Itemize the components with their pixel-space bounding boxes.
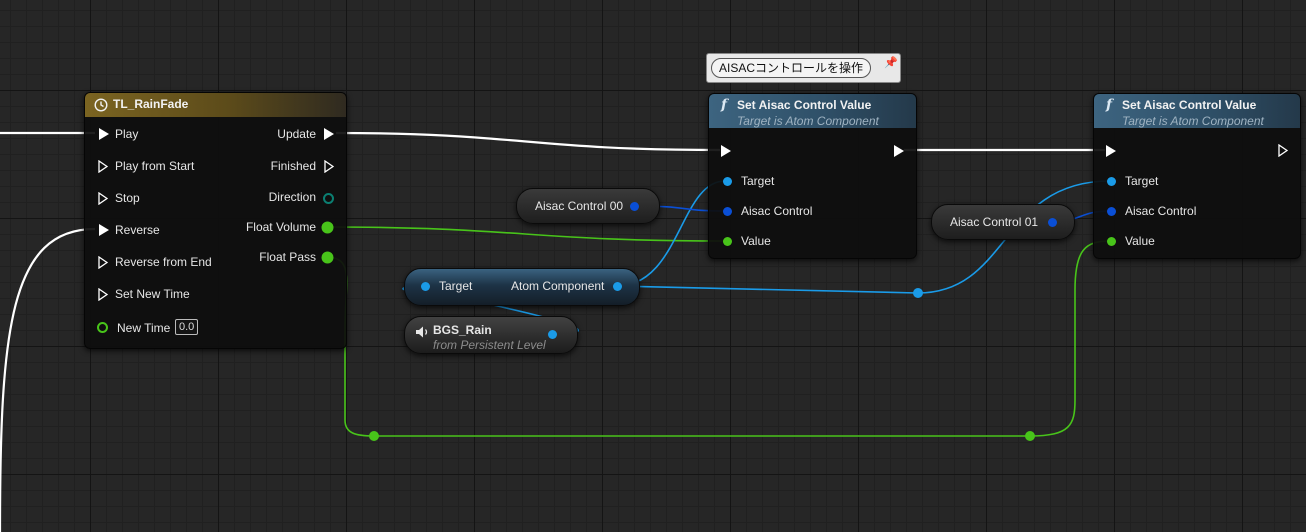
set-aisac-2-subtitle: Target is Atom Component — [1122, 114, 1264, 128]
play-label: Play — [115, 127, 139, 141]
atom-component-node[interactable]: Target Atom Component — [404, 268, 640, 306]
set-aisac-2-target-label: Target — [1125, 174, 1159, 188]
set-aisac-1-value-label: Value — [741, 234, 771, 248]
set-aisac-1-exec-out-pin[interactable] — [894, 145, 904, 157]
stop-exec-pin[interactable] — [98, 192, 109, 205]
new-time-value-box[interactable]: 0.0 — [175, 319, 199, 335]
timeline-node[interactable]: TL_RainFade Play Play from Start Stop Re… — [84, 92, 347, 349]
update-exec-pin[interactable] — [324, 128, 334, 140]
set-aisac-1-aisac-control-pin[interactable] — [723, 207, 732, 216]
new-time-float-pin[interactable] — [97, 322, 108, 333]
play-from-start-label: Play from Start — [115, 159, 195, 173]
speaker-icon — [416, 326, 428, 338]
set-aisac-1-target-label: Target — [741, 174, 775, 188]
set-aisac-2-exec-out-pin[interactable] — [1278, 144, 1289, 157]
float-volume-pin[interactable] — [323, 223, 332, 232]
aisac-control-01-node[interactable]: Aisac Control 01 — [931, 204, 1075, 240]
aisac-control-01-out-pin[interactable] — [1048, 218, 1057, 227]
timeline-node-header[interactable]: TL_RainFade — [85, 93, 346, 117]
pushpin-icon[interactable]: 📌 — [884, 56, 898, 69]
set-aisac-1-exec-in-pin[interactable] — [721, 145, 731, 157]
aisac-control-00-out-pin[interactable] — [630, 202, 639, 211]
set-aisac-2-value-pin[interactable] — [1107, 237, 1116, 246]
reverse-from-end-label: Reverse from End — [115, 255, 212, 269]
set-aisac-2-target-pin[interactable] — [1107, 177, 1116, 186]
timeline-title: TL_RainFade — [113, 97, 189, 111]
exec-wire-reverse — [0, 227, 96, 532]
reroute-knot-object — [913, 288, 923, 298]
reverse-from-end-exec-pin[interactable] — [98, 256, 109, 269]
new-time-label: New Time — [117, 321, 171, 335]
aisac-control-01-label: Aisac Control 01 — [950, 215, 1039, 229]
atom-component-target-pin[interactable] — [421, 282, 430, 291]
exec-wire-update — [335, 131, 721, 152]
comment-bubble[interactable]: AISACコントロールを操作 📌 — [706, 53, 901, 83]
finished-exec-pin[interactable] — [324, 160, 335, 173]
set-aisac-2-aisac-control-label: Aisac Control — [1125, 204, 1197, 218]
atom-component-target-label: Target — [439, 279, 473, 293]
float-pass-label: Float Pass — [259, 250, 316, 264]
bgs-rain-title: BGS_Rain — [433, 323, 492, 337]
float-volume-label: Float Volume — [245, 220, 316, 234]
function-icon: f — [1106, 97, 1113, 113]
atom-component-out-pin[interactable] — [613, 282, 622, 291]
set-aisac-1-subtitle: Target is Atom Component — [737, 114, 879, 128]
update-label: Update — [277, 127, 316, 141]
reverse-exec-pin[interactable] — [99, 224, 109, 236]
aisac-control-00-node[interactable]: Aisac Control 00 — [516, 188, 660, 224]
set-aisac-2-header[interactable]: f Set Aisac Control Value Target is Atom… — [1094, 94, 1300, 128]
set-aisac-2-value-label: Value — [1125, 234, 1155, 248]
set-aisac-1-title: Set Aisac Control Value — [737, 98, 872, 112]
set-aisac-control-value-node-1[interactable]: f Set Aisac Control Value Target is Atom… — [708, 93, 917, 259]
reverse-label: Reverse — [115, 223, 160, 237]
float-pass-pin[interactable] — [323, 253, 332, 262]
bgs-rain-out-pin[interactable] — [548, 330, 557, 339]
play-exec-pin[interactable] — [99, 128, 109, 140]
bgs-rain-node[interactable]: BGS_Rain from Persistent Level — [404, 316, 578, 354]
direction-label: Direction — [268, 190, 316, 204]
function-icon: f — [721, 97, 728, 113]
reroute-knot-float-left — [369, 431, 379, 441]
float-wire-volume — [324, 226, 726, 242]
set-aisac-control-value-node-2[interactable]: f Set Aisac Control Value Target is Atom… — [1093, 93, 1301, 259]
reroute-knot-float-right — [1025, 431, 1035, 441]
set-aisac-2-title: Set Aisac Control Value — [1122, 98, 1257, 112]
set-aisac-1-aisac-control-label: Aisac Control — [741, 204, 813, 218]
set-aisac-1-target-pin[interactable] — [723, 177, 732, 186]
finished-label: Finished — [270, 159, 316, 173]
set-new-time-label: Set New Time — [115, 287, 190, 301]
set-aisac-1-value-pin[interactable] — [723, 237, 732, 246]
aisac-control-00-label: Aisac Control 00 — [535, 199, 624, 213]
set-aisac-1-header[interactable]: f Set Aisac Control Value Target is Atom… — [709, 94, 916, 128]
atom-component-output-label: Atom Component — [511, 279, 605, 293]
set-aisac-2-exec-in-pin[interactable] — [1106, 145, 1116, 157]
clock-icon — [94, 98, 108, 112]
set-aisac-2-aisac-control-pin[interactable] — [1107, 207, 1116, 216]
stop-label: Stop — [115, 191, 140, 205]
comment-bubble-text: AISACコントロールを操作 — [711, 58, 872, 78]
direction-enum-pin[interactable] — [323, 193, 334, 204]
play-from-start-exec-pin[interactable] — [98, 160, 109, 173]
set-new-time-exec-pin[interactable] — [98, 288, 109, 301]
bgs-rain-subtitle: from Persistent Level — [433, 338, 546, 352]
